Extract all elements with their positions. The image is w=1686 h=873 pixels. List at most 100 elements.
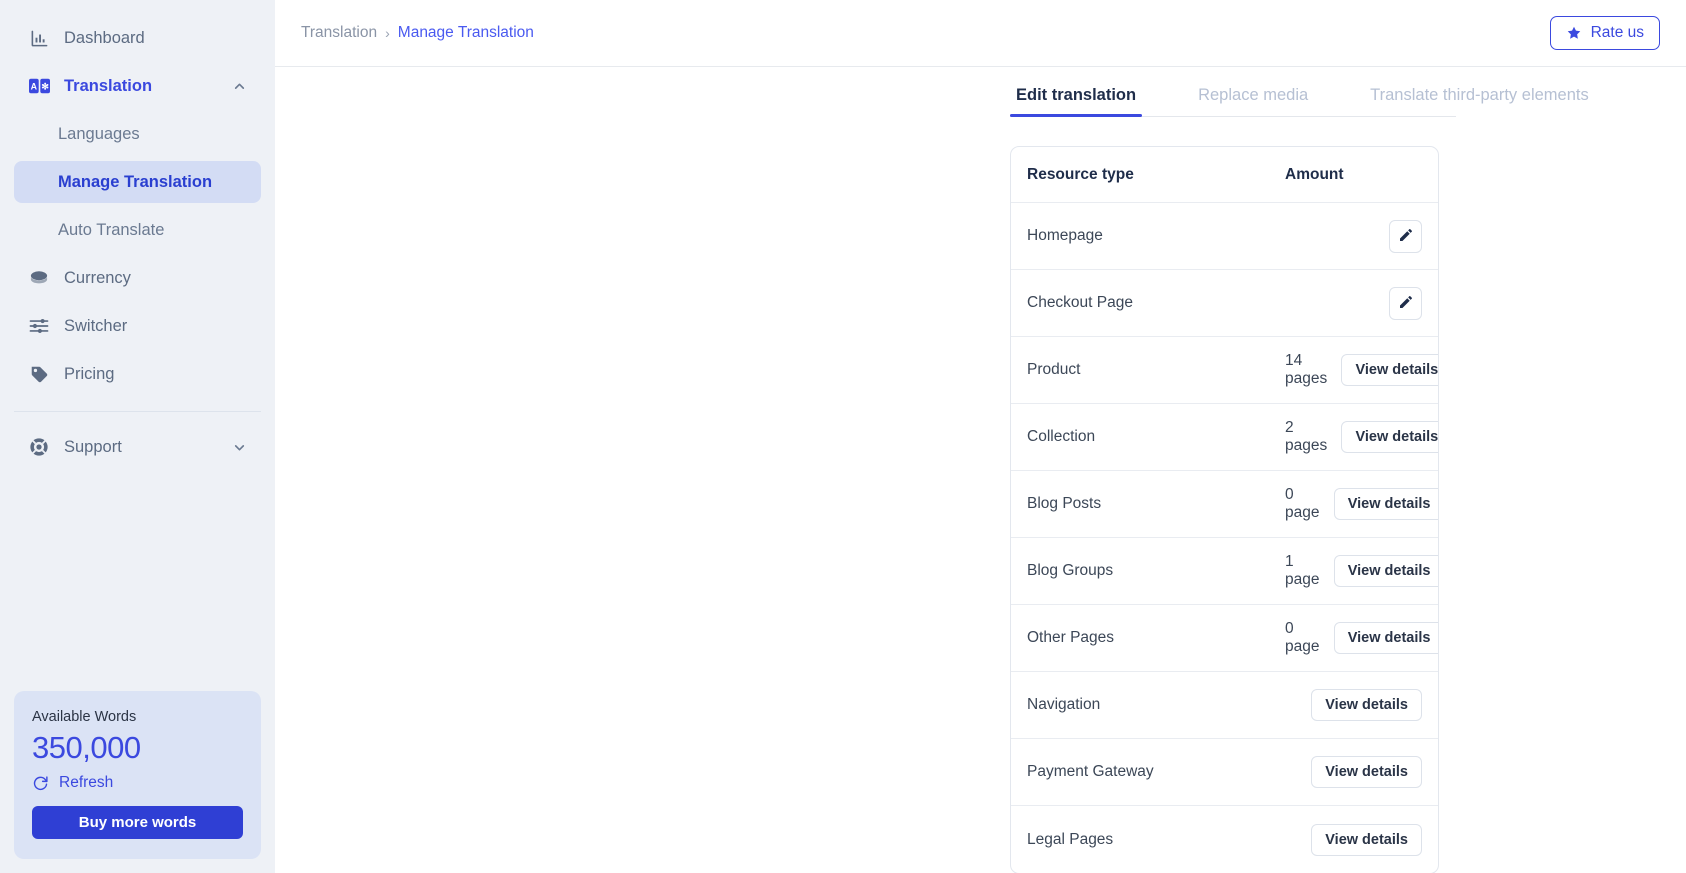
- cell-resource-type: Collection: [1027, 428, 1096, 445]
- pencil-icon: [1398, 294, 1414, 313]
- cell-action: View details: [1297, 689, 1422, 721]
- cell-resource-type: Legal Pages: [1027, 830, 1114, 848]
- coins-icon: [28, 267, 50, 289]
- sidebar-item-label: Support: [64, 437, 122, 456]
- translate-icon: A ✻: [28, 75, 50, 97]
- sidebar-subitem-label: Manage Translation: [58, 172, 213, 191]
- star-icon: [1566, 25, 1582, 41]
- sidebar-divider: [14, 411, 261, 412]
- table-row: Checkout Page: [1011, 270, 1438, 337]
- tab-replace-media[interactable]: Replace media: [1192, 86, 1314, 116]
- sidebar-item-label: Currency: [64, 268, 131, 287]
- sidebar-item-support[interactable]: Support: [14, 423, 261, 471]
- sidebar-item-label: Dashboard: [64, 28, 145, 47]
- cell-action: [1297, 219, 1422, 253]
- view-details-navigation-button[interactable]: View details: [1311, 689, 1422, 721]
- sidebar-item-dashboard[interactable]: Dashboard: [14, 14, 261, 62]
- table-header-row: Resource type Amount: [1011, 147, 1438, 203]
- svg-text:A: A: [30, 82, 37, 92]
- sidebar-item-label: Pricing: [64, 364, 115, 383]
- cell-resource-type: Navigation: [1027, 696, 1101, 713]
- view-details-other-pages-button[interactable]: View details: [1333, 622, 1438, 654]
- view-details-blog-groups-button[interactable]: View details: [1333, 555, 1438, 587]
- svg-text:✻: ✻: [41, 82, 48, 92]
- cell-resource-type: Homepage: [1027, 227, 1103, 244]
- sidebar-item-label: Switcher: [64, 316, 128, 335]
- available-words-card: Available Words 350,000 Refresh Buy more…: [14, 691, 261, 859]
- sidebar-item-pricing[interactable]: Pricing: [14, 350, 261, 398]
- table-row: Product 14 pages View details: [1011, 337, 1438, 404]
- cell-action: View details: [1327, 354, 1438, 386]
- cell-resource-type: Other Pages: [1027, 629, 1115, 646]
- lifebuoy-icon: [28, 436, 50, 458]
- column-header-amount: Amount: [1285, 165, 1344, 183]
- tab-label: Replace media: [1198, 86, 1309, 104]
- content-inner: Edit translation Replace media Translate…: [275, 67, 1686, 873]
- resource-table-card: Resource type Amount Homepage Checkout P…: [1010, 146, 1439, 873]
- cell-action: View details: [1297, 756, 1422, 788]
- topbar: Translation › Manage Translation Rate us: [275, 0, 1686, 67]
- sidebar: Dashboard A ✻ Translation Languages Mana…: [0, 0, 275, 873]
- app-root: Dashboard A ✻ Translation Languages Mana…: [0, 0, 1686, 873]
- table-row: Collection 2 pages View details: [1011, 404, 1438, 471]
- tab-label: Edit translation: [1016, 86, 1137, 104]
- view-details-blog-posts-button[interactable]: View details: [1333, 488, 1438, 520]
- tab-edit-translation[interactable]: Edit translation: [1010, 86, 1143, 117]
- cell-action: View details: [1297, 823, 1422, 856]
- table-row: Navigation View details: [1011, 672, 1438, 739]
- view-details-payment-gateway-button[interactable]: View details: [1311, 756, 1422, 788]
- main-area: Translation › Manage Translation Rate us: [275, 0, 1686, 873]
- cell-action: View details: [1319, 488, 1438, 520]
- table-row: Homepage: [1011, 203, 1438, 270]
- available-words-label: Available Words: [32, 709, 137, 726]
- cell-action: View details: [1327, 421, 1438, 453]
- breadcrumb-manage-translation[interactable]: Manage Translation: [398, 24, 534, 42]
- chart-bar-icon: [28, 27, 50, 49]
- cell-action: View details: [1319, 555, 1438, 587]
- cell-action: [1297, 286, 1422, 320]
- rate-us-label: Rate us: [1590, 24, 1644, 41]
- tab-bar: Edit translation Replace media Translate…: [1010, 67, 1589, 117]
- refresh-words-button[interactable]: Refresh: [32, 774, 243, 792]
- table-row: Payment Gateway View details: [1011, 739, 1438, 806]
- edit-checkout-page-button[interactable]: [1389, 286, 1422, 320]
- sidebar-item-languages[interactable]: Languages: [14, 113, 261, 155]
- rate-us-button[interactable]: Rate us: [1549, 16, 1660, 50]
- breadcrumb-translation[interactable]: Translation: [301, 24, 377, 42]
- chevron-up-icon[interactable]: [231, 78, 247, 94]
- sidebar-item-auto-translate[interactable]: Auto Translate: [14, 209, 261, 251]
- cell-amount: 0 page: [1285, 620, 1320, 655]
- sidebar-item-switcher[interactable]: Switcher: [14, 302, 261, 350]
- sidebar-item-currency[interactable]: Currency: [14, 254, 261, 302]
- edit-homepage-button[interactable]: [1389, 219, 1422, 253]
- tab-translate-third-party-elements[interactable]: Translate third-party elements: [1364, 86, 1595, 116]
- chevron-down-icon[interactable]: [231, 439, 247, 455]
- table-row: Blog Posts 0 page View details: [1011, 471, 1438, 538]
- breadcrumb: Translation › Manage Translation: [301, 24, 534, 42]
- buy-more-words-button[interactable]: Buy more words: [32, 806, 243, 839]
- cell-amount: 2 pages: [1285, 419, 1328, 454]
- cell-action: View details: [1319, 622, 1438, 654]
- view-details-product-button[interactable]: View details: [1341, 354, 1438, 386]
- cell-amount: 1 page: [1285, 553, 1320, 588]
- sidebar-item-manage-translation[interactable]: Manage Translation: [14, 161, 261, 203]
- cell-resource-type: Product: [1027, 361, 1081, 378]
- breadcrumb-separator-icon: ›: [385, 25, 390, 41]
- sidebar-item-translation[interactable]: A ✻ Translation: [14, 62, 261, 110]
- cell-amount: 14 pages: [1285, 352, 1328, 387]
- view-details-legal-pages-button[interactable]: View details: [1311, 823, 1422, 856]
- table-row: Blog Groups 1 page View details: [1011, 538, 1438, 605]
- tab-label: Translate third-party elements: [1370, 86, 1589, 104]
- cell-amount: 0 page: [1285, 486, 1320, 521]
- view-details-collection-button[interactable]: View details: [1341, 421, 1438, 453]
- table-row: Other Pages 0 page View details: [1011, 605, 1438, 672]
- cell-resource-type: Blog Groups: [1027, 562, 1114, 579]
- column-header-resource-type: Resource type: [1027, 165, 1134, 183]
- table-row: Legal Pages View details: [1011, 806, 1438, 873]
- sidebar-subitem-label: Languages: [58, 124, 140, 143]
- refresh-icon: [32, 775, 49, 792]
- pencil-icon: [1398, 227, 1414, 246]
- cell-resource-type: Blog Posts: [1027, 495, 1102, 512]
- sliders-icon: [28, 315, 50, 337]
